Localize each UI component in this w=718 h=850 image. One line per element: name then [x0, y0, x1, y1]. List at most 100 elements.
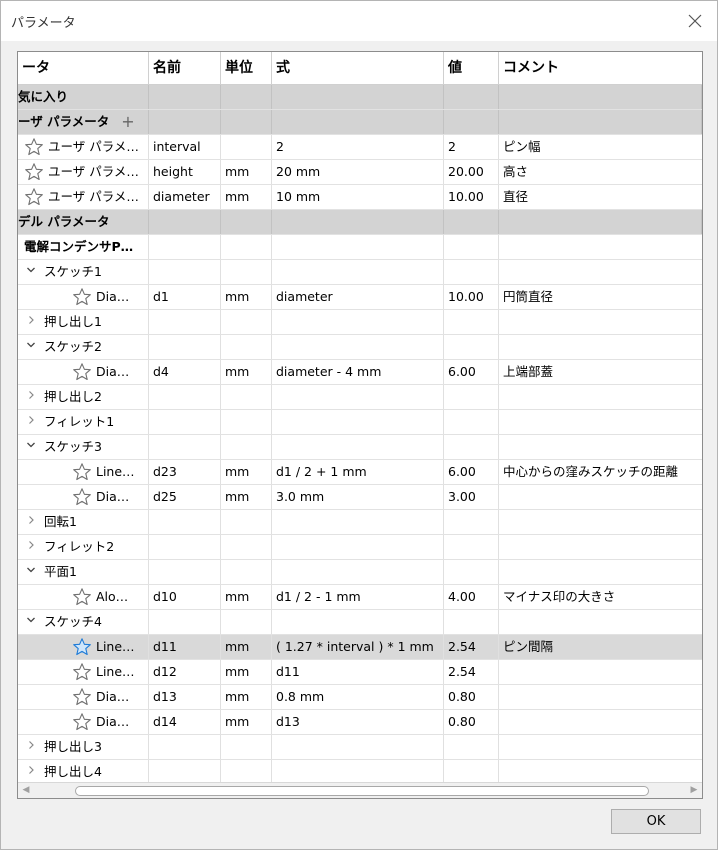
expression-cell[interactable]: 20 mm — [272, 160, 444, 184]
comment-cell[interactable] — [499, 685, 702, 709]
chevron-right-icon[interactable] — [24, 385, 38, 409]
ok-button[interactable]: OK — [611, 809, 701, 834]
star-icon[interactable] — [72, 637, 92, 657]
chevron-right-icon[interactable] — [24, 410, 38, 434]
name-cell[interactable]: interval — [149, 135, 221, 159]
name-cell[interactable]: d10 — [149, 585, 221, 609]
column-header-name[interactable]: 名前 — [149, 52, 221, 84]
scroll-left-icon[interactable]: ◀ — [21, 785, 31, 795]
chevron-right-icon[interactable] — [24, 535, 38, 559]
name-cell[interactable]: d1 — [149, 285, 221, 309]
expression-cell[interactable]: d1 / 2 + 1 mm — [272, 460, 444, 484]
name-cell[interactable]: d12 — [149, 660, 221, 684]
table-row[interactable]: 電解コンデンサP… — [18, 235, 702, 260]
comment-cell[interactable]: 直径 — [499, 185, 702, 209]
comment-cell[interactable]: 円筒直径 — [499, 285, 702, 309]
chevron-down-icon[interactable] — [24, 435, 38, 459]
name-cell[interactable]: d13 — [149, 685, 221, 709]
star-icon[interactable] — [72, 687, 92, 707]
star-icon[interactable] — [72, 462, 92, 482]
comment-cell[interactable] — [499, 485, 702, 509]
expression-cell[interactable]: d1 / 2 - 1 mm — [272, 585, 444, 609]
name-cell[interactable]: d11 — [149, 635, 221, 659]
star-icon[interactable] — [24, 137, 44, 157]
comment-cell[interactable]: ピン間隔 — [499, 635, 702, 659]
star-icon[interactable] — [24, 162, 44, 182]
group-row[interactable]: 気に入り — [18, 85, 702, 110]
group-row[interactable]: デル パラメータ — [18, 210, 702, 235]
group-row[interactable]: ーザ パラメータ + — [18, 110, 702, 135]
expression-cell[interactable]: 0.8 mm — [272, 685, 444, 709]
comment-cell[interactable] — [499, 710, 702, 734]
chevron-right-icon[interactable] — [24, 735, 38, 759]
name-cell[interactable]: diameter — [149, 185, 221, 209]
comment-cell[interactable]: 上端部蓋 — [499, 360, 702, 384]
chevron-down-icon[interactable] — [24, 260, 38, 284]
table-row[interactable]: Dia… d14 mm d13 0.80 — [18, 710, 702, 735]
table-row[interactable]: ユーザ パラメ… diameter mm 10 mm 10.00 直径 — [18, 185, 702, 210]
table-row[interactable]: スケッチ2 — [18, 335, 702, 360]
table-row[interactable]: Line… d23 mm d1 / 2 + 1 mm 6.00 中心からの窪みスケッチの距… — [18, 460, 702, 485]
scroll-right-icon[interactable]: ▶ — [689, 785, 699, 795]
table-row[interactable]: 押し出し2 — [18, 385, 702, 410]
horizontal-scrollbar[interactable]: ◀ ▶ — [18, 782, 702, 798]
add-parameter-icon[interactable]: + — [121, 110, 134, 134]
comment-cell[interactable]: 高さ — [499, 160, 702, 184]
table-row[interactable]: Line… d12 mm d11 2.54 — [18, 660, 702, 685]
expression-cell[interactable]: diameter - 4 mm — [272, 360, 444, 384]
table-row[interactable]: 押し出し3 — [18, 735, 702, 760]
chevron-right-icon[interactable] — [24, 510, 38, 534]
name-cell[interactable]: height — [149, 160, 221, 184]
star-icon[interactable] — [72, 487, 92, 507]
expression-cell[interactable]: d13 — [272, 710, 444, 734]
table-row[interactable]: スケッチ4 — [18, 610, 702, 635]
star-icon[interactable] — [72, 287, 92, 307]
chevron-right-icon[interactable] — [24, 310, 38, 334]
table-row[interactable]: ユーザ パラメ… height mm 20 mm 20.00 高さ — [18, 160, 702, 185]
table-row[interactable]: フィレット1 — [18, 410, 702, 435]
chevron-down-icon[interactable] — [24, 560, 38, 584]
table-row[interactable]: フィレット2 — [18, 535, 702, 560]
table-row[interactable]: 平面1 — [18, 560, 702, 585]
column-header-unit[interactable]: 単位 — [221, 52, 272, 84]
chevron-right-icon[interactable] — [24, 760, 38, 784]
expression-cell[interactable]: 10 mm — [272, 185, 444, 209]
name-cell[interactable]: d23 — [149, 460, 221, 484]
table-row[interactable]: スケッチ1 — [18, 260, 702, 285]
column-header-value[interactable]: 値 — [444, 52, 499, 84]
name-cell[interactable]: d4 — [149, 360, 221, 384]
expression-cell[interactable]: 3.0 mm — [272, 485, 444, 509]
comment-cell[interactable]: マイナス印の大きさ — [499, 585, 702, 609]
expression-cell[interactable]: ( 1.27 * interval ) * 1 mm — [272, 635, 444, 659]
table-row[interactable]: Line… d11 mm( 1.27 * interval ) * 1 mm 2.54… — [18, 635, 702, 660]
scrollbar-thumb[interactable] — [75, 786, 649, 796]
expression-cell[interactable]: d11 — [272, 660, 444, 684]
column-header-parameter[interactable]: ータ — [18, 52, 149, 84]
table-row[interactable]: スケッチ3 — [18, 435, 702, 460]
column-header-comment[interactable]: コメント — [499, 52, 702, 84]
table-row[interactable]: Alo… d10 mm d1 / 2 - 1 mm 4.00 マイナス印の大きさ — [18, 585, 702, 610]
table-row[interactable]: ユーザ パラメ… interval 2 2 ピン幅 — [18, 135, 702, 160]
table-row[interactable]: Dia… d1 mm diameter 10.00 円筒直径 — [18, 285, 702, 310]
table-row[interactable]: Dia… d13 mm 0.8 mm 0.80 — [18, 685, 702, 710]
column-header-expression[interactable]: 式 — [272, 52, 444, 84]
name-cell[interactable]: d14 — [149, 710, 221, 734]
table-row[interactable]: 回転1 — [18, 510, 702, 535]
table-row[interactable]: 押し出し1 — [18, 310, 702, 335]
chevron-down-icon[interactable] — [24, 335, 38, 359]
close-icon[interactable] — [681, 7, 709, 35]
star-icon[interactable] — [24, 187, 44, 207]
comment-cell[interactable]: ピン幅 — [499, 135, 702, 159]
comment-cell[interactable] — [499, 660, 702, 684]
expression-cell[interactable]: 2 — [272, 135, 444, 159]
expression-cell[interactable]: diameter — [272, 285, 444, 309]
name-cell[interactable]: d25 — [149, 485, 221, 509]
chevron-down-icon[interactable] — [24, 610, 38, 634]
star-icon[interactable] — [72, 587, 92, 607]
table-row[interactable]: Dia… d4 mm diameter - 4 mm 6.00 上端部蓋 — [18, 360, 702, 385]
table-row[interactable]: Dia… d25 mm 3.0 mm 3.00 — [18, 485, 702, 510]
comment-cell[interactable]: 中心からの窪みスケッチの距離 — [499, 460, 702, 484]
star-icon[interactable] — [72, 712, 92, 732]
star-icon[interactable] — [72, 362, 92, 382]
star-icon[interactable] — [72, 662, 92, 682]
